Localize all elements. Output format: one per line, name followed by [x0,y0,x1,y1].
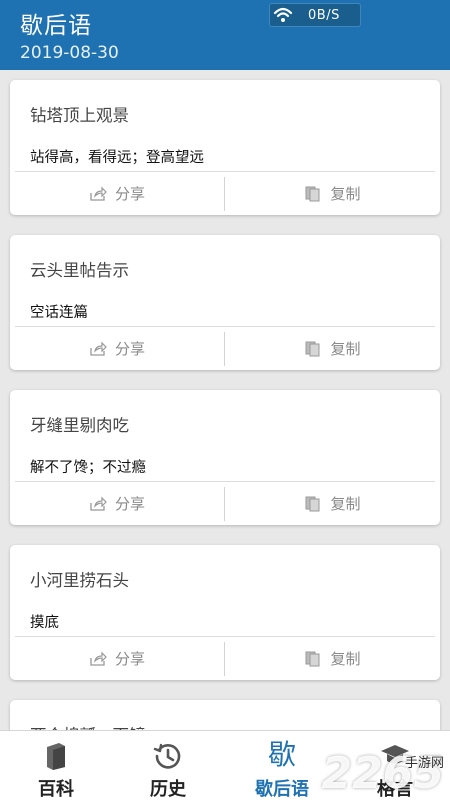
proverb-question: 两个棉瓤一面镜 [30,722,146,730]
share-label: 分享 [114,495,145,513]
share-button[interactable]: 分享 [10,482,224,525]
proverb-question: 牙缝里剔肉吃 [30,416,129,435]
proverb-list[interactable]: 钻塔顶上观景 站得高，看得远；登高望远 分享 复制 云头里帖告示 空话连篇 分享… [0,70,450,730]
header-date: 2019-08-30 [20,43,119,63]
share-label: 分享 [114,185,145,203]
copy-icon [305,341,320,356]
proverb-card: 两个棉瓤一面镜 [10,700,440,730]
tab-label: 历史 [150,779,186,800]
copy-icon [305,496,320,511]
network-speed-badge: 0B/S [269,3,361,27]
share-button[interactable]: 分享 [10,637,224,680]
share-button[interactable]: 分享 [10,172,224,215]
proverb-answer: 空话连篇 [30,305,88,321]
proverb-question: 小河里捞石头 [30,571,129,590]
wifi-icon [273,7,293,22]
copy-label: 复制 [330,340,361,358]
proverb-answer: 解不了馋；不过瘾 [30,460,146,476]
copy-button[interactable]: 复制 [225,172,440,215]
proverb-card: 牙缝里剔肉吃 解不了馋；不过瘾 分享 复制 [10,390,440,525]
copy-label: 复制 [330,650,361,668]
copy-button[interactable]: 复制 [225,482,440,525]
proverb-card: 小河里捞石头 摸底 分享 复制 [10,545,440,680]
proverb-card: 云头里帖告示 空话连篇 分享 复制 [10,235,440,370]
copy-label: 复制 [330,185,361,203]
copy-icon [305,186,320,201]
copy-label: 复制 [330,495,361,513]
tab-label: 百科 [38,779,74,800]
share-button[interactable]: 分享 [10,327,224,370]
share-label: 分享 [114,650,145,668]
app-header: 歇后语 2019-08-30 0B/S [0,0,450,70]
tab-baike[interactable]: 百科 [0,731,112,800]
tab-history[interactable]: 历史 [112,731,224,800]
history-icon [153,743,181,769]
share-label: 分享 [114,340,145,358]
proverb-answer: 站得高，看得远；登高望远 [30,150,204,166]
copy-button[interactable]: 复制 [225,327,440,370]
copy-icon [305,651,320,666]
copy-button[interactable]: 复制 [225,637,440,680]
proverb-question: 云头里帖告示 [30,261,129,280]
share-icon [90,496,107,511]
watermark-subtext: 手游网 [404,756,444,771]
page-title: 歇后语 [20,13,92,39]
proverb-answer: 摸底 [30,615,59,631]
share-icon [90,186,107,201]
book-icon [47,743,65,770]
share-icon [90,651,107,666]
proverb-card: 钻塔顶上观景 站得高，看得远；登高望远 分享 复制 [10,80,440,215]
share-icon [90,341,107,356]
proverb-question: 钻塔顶上观景 [30,106,129,125]
network-speed-text: 0B/S [308,8,340,23]
